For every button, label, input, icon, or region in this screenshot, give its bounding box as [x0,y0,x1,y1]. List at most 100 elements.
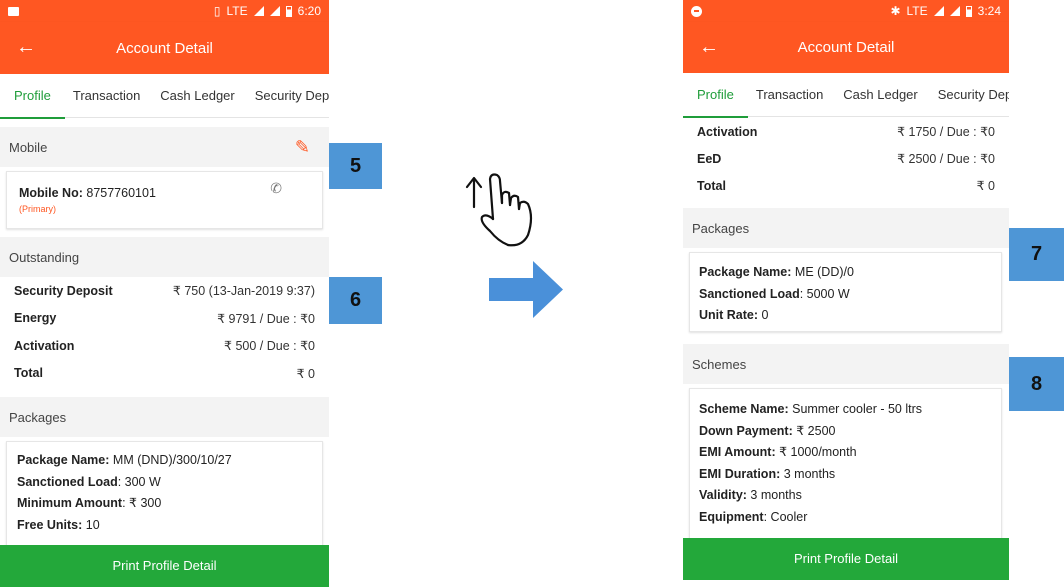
scheme-value: : Cooler [763,509,808,524]
package-line: Minimum Amount: ₹ 300 [17,493,312,515]
outstanding-list: Activation ₹ 1750 / Due : ₹0 EeD ₹ 2500 / … [683,118,1009,199]
tab-security-deposit[interactable]: Security Dep [245,74,329,118]
mobile-section-header: Mobile ✎ [0,127,329,167]
pencil-icon[interactable]: ✎ [295,137,310,158]
print-profile-button[interactable]: Print Profile Detail [683,538,1009,580]
outstanding-row: Total ₹ 0 [14,360,315,388]
package-line: Unit Rate: 0 [699,305,992,327]
package-key: Package Name: [699,265,792,279]
step-badge-6: 6 [329,277,382,324]
package-line: Free Units: 10 [17,515,312,537]
package-key: Free Units: [17,517,83,532]
schemes-header-label: Schemes [692,356,747,372]
row-key: Total [697,178,726,193]
tab-bar: Profile Transaction Cash Ledger Security… [0,74,329,119]
phone-icon[interactable]: ✆ [270,180,282,197]
row-key: Total [14,366,43,381]
tab-profile[interactable]: Profile [0,74,65,119]
swipe-up-hand-icon [465,173,533,247]
row-key: Activation [697,124,758,139]
app-bar: ← Account Detail [0,22,329,74]
package-value: : 5000 W [799,286,850,301]
package-value: 10 [85,517,100,532]
package-card: Package Name: MM (DND)/300/10/27 Sanctio… [6,441,323,551]
scheme-line: Equipment: Cooler [699,507,992,529]
scheme-key: Down Payment: [699,423,793,438]
signal-icon-2 [269,6,280,16]
primary-tag: (Primary) [19,204,56,214]
back-arrow-icon[interactable]: ← [14,35,38,59]
mobile-header-label: Mobile [9,139,48,155]
package-value: : ₹ 300 [122,496,162,511]
package-key: Minimum Amount [17,496,123,511]
right-arrow-icon [489,261,563,318]
scheme-value: ₹ 2500 [796,423,836,438]
row-value: ₹ 0 [976,179,995,193]
package-key: Sanctioned Load [699,286,800,301]
print-profile-button[interactable]: Print Profile Detail [0,545,329,587]
outstanding-row: EeD ₹ 2500 / Due : ₹0 [697,145,995,172]
row-key: EeD [697,151,722,166]
tab-bar: Profile Transaction Cash Ledger Security… [683,73,1009,118]
scheme-key: Validity: [699,488,747,503]
packages-header-label: Packages [692,220,750,236]
package-line: Sanctioned Load: 300 W [17,472,312,494]
outstanding-section-header: Outstanding [0,237,329,277]
mobile-no-value[interactable]: 8757760101 [86,186,156,200]
scheme-key: EMI Duration: [699,466,781,481]
tab-cash-ledger[interactable]: Cash Ledger [833,73,927,117]
back-arrow-icon[interactable]: ← [697,35,721,59]
clock: 3:24 [977,4,1001,18]
clock: 6:20 [297,4,321,18]
row-value: ₹ 2500 / Due : ₹0 [897,152,995,166]
outstanding-list: Security Deposit ₹ 750 (13-Jan-2019 9:37)… [0,277,329,387]
scheme-value: 3 months [750,488,802,503]
packages-header-label: Packages [9,409,67,425]
row-key: Security Deposit [14,283,113,298]
tab-transaction[interactable]: Transaction [65,74,150,118]
package-key: Unit Rate: [699,308,759,323]
scheme-line: Down Payment: ₹ 2500 [699,421,992,443]
step-badge-5: 5 [329,143,382,189]
tab-cash-ledger[interactable]: Cash Ledger [150,74,244,118]
row-value: ₹ 500 / Due : ₹0 [224,339,315,354]
page-title: Account Detail [116,39,213,57]
packages-section-header: Packages [0,397,329,437]
phone-screen-right: ✱ LTE 3:24 ← Account Detail Profile Tran… [683,0,1009,587]
tab-transaction[interactable]: Transaction [748,73,833,117]
outstanding-row: Activation ₹ 1750 / Due : ₹0 [697,118,995,145]
step-badge-8: 8 [1009,357,1064,411]
row-key: Activation [14,338,75,353]
schemes-section-header: Schemes [683,344,1009,384]
package-value: : 300 W [117,474,161,489]
tab-profile[interactable]: Profile [683,73,748,118]
package-key: Sanctioned Load [17,474,118,489]
package-value: ME (DD)/0 [794,265,854,279]
packages-section-header: Packages [683,208,1009,248]
package-line: Package Name: ME (DD)/0 [699,262,992,284]
row-key: Energy [14,311,57,326]
row-value: ₹ 750 (13-Jan-2019 9:37) [172,284,315,299]
scheme-value: ₹ 1000/month [779,445,857,460]
page-title: Account Detail [797,39,895,56]
network-label: LTE [906,4,928,18]
bluetooth-icon: ✱ [890,4,901,18]
scheme-line: EMI Amount: ₹ 1000/month [699,442,992,464]
network-label: LTE [226,4,248,18]
package-line: Sanctioned Load: 5000 W [699,284,992,306]
scheme-line: Validity: 3 months [699,485,992,507]
mobile-no-label: Mobile No: [19,186,83,200]
spotify-notification-icon [691,5,702,17]
scheme-line: EMI Duration: 3 months [699,464,992,486]
battery-icon [285,5,292,17]
tab-security-deposit[interactable]: Security Dep [928,73,1009,117]
outstanding-row: Security Deposit ₹ 750 (13-Jan-2019 9:37) [14,277,315,305]
signal-icon [933,6,944,16]
app-bar: ← Account Detail [683,22,1009,73]
scheme-key: Equipment [699,509,764,524]
package-card: Package Name: ME (DD)/0 Sanctioned Load:… [689,252,1002,332]
scheme-value: 3 months [783,466,836,481]
package-line: Package Name: MM (DND)/300/10/27 [17,450,312,472]
outstanding-row: Energy ₹ 9791 / Due : ₹0 [14,305,315,333]
status-bar: ✱ LTE 3:24 [683,0,1009,22]
